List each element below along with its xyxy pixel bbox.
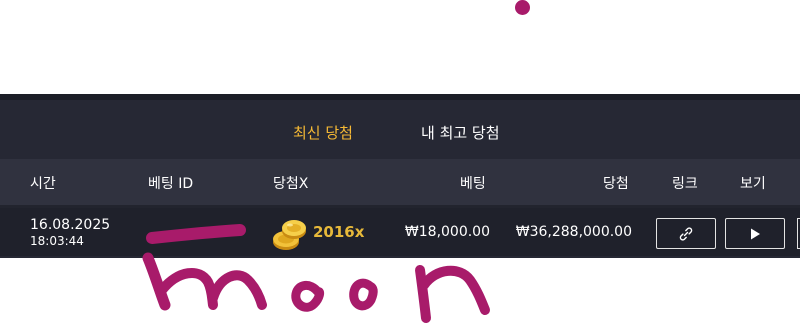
row-time: 18:03:44	[30, 234, 84, 248]
row-win-amount: ₩36,288,000.00	[515, 224, 632, 240]
table-header: 시간 베팅 ID 당첨X 베팅 당첨 링크 보기	[0, 159, 800, 205]
tab-latest-wins[interactable]: 최신 당첨	[293, 122, 353, 143]
view-replay-button[interactable]	[725, 218, 785, 249]
column-header-win: 당첨	[603, 176, 629, 192]
magenta-dot-mark	[515, 0, 530, 15]
column-header-time: 시간	[30, 176, 56, 192]
gold-coins-icon	[273, 220, 306, 250]
column-header-bet-id: 베팅 ID	[148, 176, 194, 192]
column-header-view: 보기	[740, 176, 766, 192]
column-header-link: 링크	[672, 176, 698, 192]
row-bet-amount: ₩18,000.00	[404, 224, 490, 240]
table-row: 16.08.2025 18:03:44 2016x ₩18,000.00 ₩36…	[0, 208, 800, 256]
link-button[interactable]	[656, 218, 716, 249]
bets-panel: 최신 당첨 내 최고 당첨 시간 베팅 ID 당첨X 베팅 당첨 링크 보기 1…	[0, 94, 800, 258]
tab-bar: 최신 당첨 내 최고 당첨	[0, 100, 800, 163]
tab-my-best-wins[interactable]: 내 최고 당첨	[421, 122, 500, 143]
link-icon	[679, 226, 693, 241]
column-header-bet: 베팅	[460, 176, 486, 192]
row-multiplier: 2016x	[313, 223, 365, 241]
row-date: 16.08.2025	[30, 217, 111, 233]
play-icon	[751, 228, 760, 239]
column-header-multiplier: 당첨X	[273, 176, 309, 192]
